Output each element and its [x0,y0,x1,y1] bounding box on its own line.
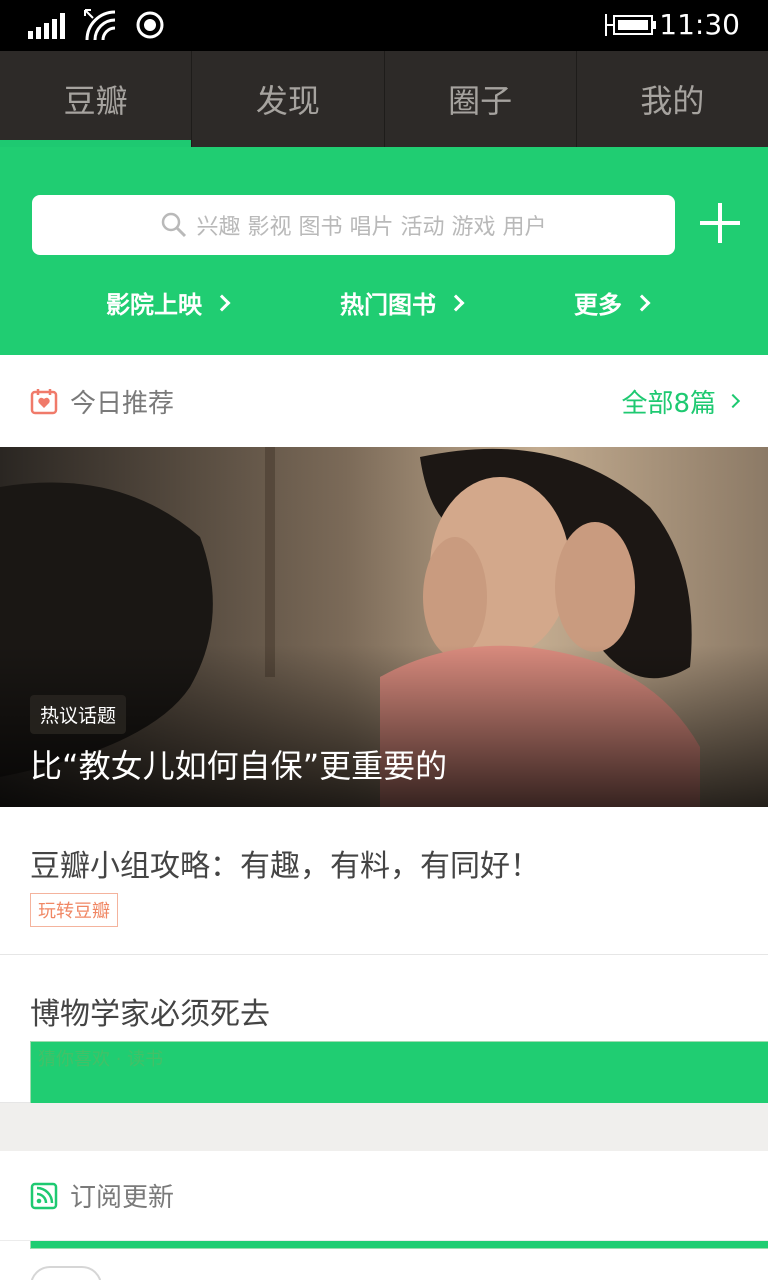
search-input[interactable]: 兴趣 影视 图书 唱片 活动 游戏 用户 [32,195,675,255]
hero-title: 比“教女儿如何自保”更重要的 [30,747,448,785]
location-icon [136,11,164,39]
chevron-right-icon [725,393,741,409]
quicklink-label: 热门图书 [340,291,436,319]
article-title: 博物学家必须死去 [30,997,270,1032]
section-title: 今日推荐 [70,388,175,419]
status-icons [28,9,165,41]
battery-charging-icon [605,14,656,36]
status-bar: 11:30 [0,0,768,51]
quicklink-label: 更多 [574,291,622,319]
wifi-icon [84,9,116,41]
tab-circles[interactable]: 圈子 [385,51,577,147]
article-title: 豆瓣小组攻略：有趣，有料，有同好！ [30,849,540,884]
search-header: 兴趣 影视 图书 唱片 活动 游戏 用户 影院上映 热门图书 更多 [0,147,768,355]
add-button[interactable] [698,201,742,245]
quicklink-more[interactable]: 更多 [574,285,651,320]
quicklink-cinema[interactable]: 影院上映 [106,285,231,320]
chevron-right-icon [213,294,231,311]
main-tabs: 豆瓣 发现 圈子 我的 [0,51,768,147]
section-title: 订阅更新 [70,1183,175,1213]
today-header: 今日推荐 全部8篇 [0,355,768,447]
calendar-heart-icon [30,389,58,415]
quicklink-label: 影院上映 [106,291,202,319]
view-all-link[interactable]: 全部8篇 [621,383,741,420]
rss-icon [30,1182,58,1209]
list-item[interactable]: 豆瓣小组攻略：有趣，有料，有同好！ 玩转豆瓣 [0,807,768,955]
status-time: 11:30 [659,8,740,41]
signal-strength-icon [28,11,65,39]
hero-tag: 热议话题 [30,695,127,734]
chevron-right-icon [633,294,651,311]
hero-card[interactable]: 热议话题 比“教女儿如何自保”更重要的 [0,447,768,807]
quicklink-books[interactable]: 热门图书 [340,285,465,320]
tab-douban[interactable]: 豆瓣 [0,51,193,147]
filter-chip[interactable] [30,1266,102,1280]
search-icon [161,212,186,238]
chevron-right-icon [447,294,465,311]
quick-links: 影院上映 热门图书 更多 [0,285,768,325]
subscriptions-header: 订阅更新 [0,1151,768,1241]
search-placeholder: 兴趣 影视 图书 唱片 活动 游戏 用户 [196,215,547,240]
tab-discover[interactable]: 发现 [192,51,385,147]
view-all-label: 全部8篇 [621,388,716,419]
section-divider [0,1103,768,1151]
list-item[interactable]: 博物学家必须死去 猜你喜欢 · 读书 [0,955,768,1249]
tab-mine[interactable]: 我的 [577,51,768,147]
article-tag: 玩转豆瓣 [30,893,118,927]
